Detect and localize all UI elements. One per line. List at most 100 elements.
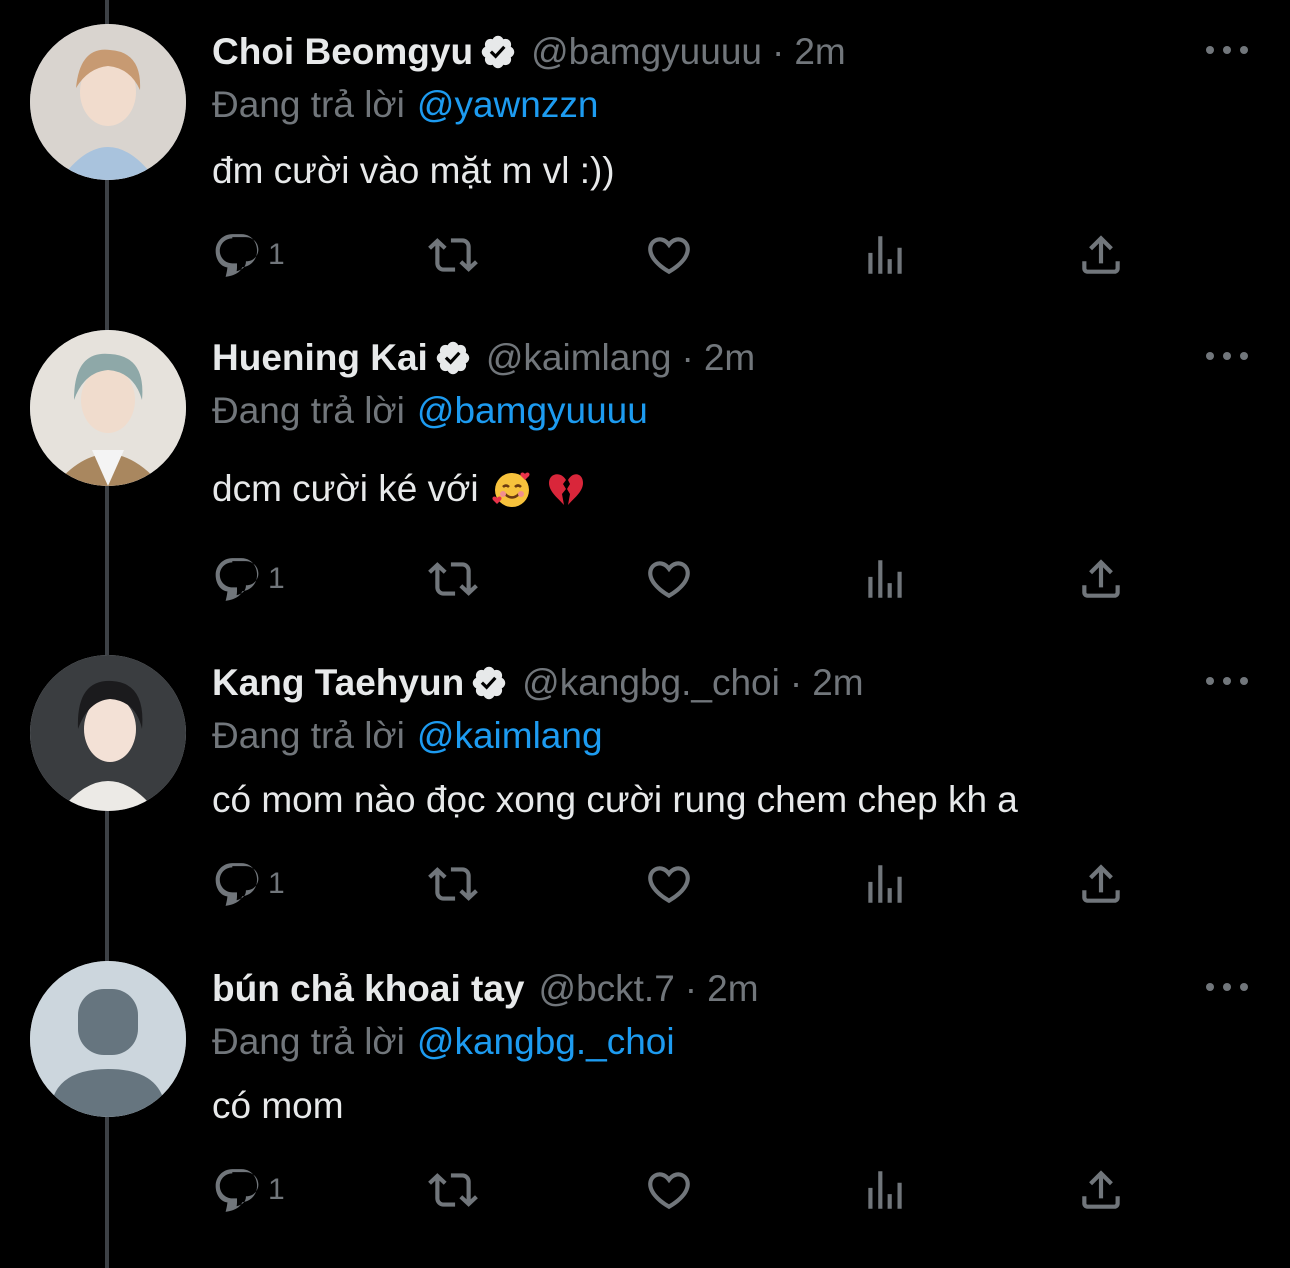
reply-label: Đang trả lời: [212, 390, 405, 431]
reply-context: Đang trả lời @bamgyuuuu: [212, 386, 648, 436]
tweet-text: đm cười vào mặt m vl :)): [212, 146, 615, 196]
stats-button[interactable]: [860, 859, 910, 909]
display-name[interactable]: Kang Taehyun: [212, 657, 464, 709]
share-button[interactable]: [1076, 1165, 1126, 1215]
tweet-text: có mom: [212, 1081, 344, 1131]
tweet-text-content: dcm cười ké với: [212, 468, 479, 509]
retweet-icon: [428, 867, 478, 901]
reply-target-link[interactable]: @kangbg._choi: [417, 1021, 675, 1062]
retweet-button[interactable]: [428, 859, 478, 909]
like-icon: [648, 237, 690, 275]
retweet-button[interactable]: [428, 554, 478, 604]
stats-icon: [868, 865, 902, 903]
timestamp[interactable]: 2m: [794, 26, 845, 78]
retweet-icon: [428, 238, 478, 272]
separator-dot: ·: [681, 337, 694, 378]
display-name[interactable]: Huening Kai: [212, 332, 428, 384]
tweet-text: dcm cười ké với: [212, 464, 587, 514]
like-button[interactable]: [644, 230, 694, 280]
reply-target-link[interactable]: @yawnzzn: [417, 84, 599, 125]
reply-label: Đang trả lời: [212, 1021, 405, 1062]
avatar[interactable]: [30, 655, 186, 811]
reply-count: 1: [268, 238, 285, 271]
reply-label: Đang trả lời: [212, 715, 405, 756]
reply-icon: [215, 863, 259, 906]
share-button[interactable]: [1076, 859, 1126, 909]
share-icon: [1082, 1170, 1120, 1209]
like-icon: [648, 866, 690, 904]
stats-button[interactable]: [860, 1165, 910, 1215]
reply-icon: [215, 1169, 259, 1212]
stats-button[interactable]: [860, 230, 910, 280]
stats-icon: [868, 560, 902, 598]
tweet[interactable]: bún chả khoai tay @bckt.7 · 2m Đang trả …: [0, 937, 1290, 1237]
display-name[interactable]: Choi Beomgyu: [212, 26, 473, 78]
handle[interactable]: @kaimlang: [486, 332, 672, 384]
like-button[interactable]: [644, 554, 694, 604]
reply-button[interactable]: 1: [212, 554, 285, 604]
reply-icon: [215, 558, 259, 601]
retweet-icon: [428, 1173, 478, 1207]
like-button[interactable]: [644, 1165, 694, 1215]
display-name[interactable]: bún chả khoai tay: [212, 963, 525, 1015]
reply-label: Đang trả lời: [212, 84, 405, 125]
reply-context: Đang trả lời @kaimlang: [212, 711, 603, 761]
reply-context: Đang trả lời @kangbg._choi: [212, 1017, 675, 1067]
reply-button[interactable]: 1: [212, 230, 285, 280]
reply-button[interactable]: 1: [212, 1165, 285, 1215]
tweet[interactable]: Huening Kai @kaimlang · 2m Đang trả lời @…: [0, 306, 1290, 606]
action-bar: 1: [212, 230, 1152, 280]
like-icon: [648, 1172, 690, 1210]
like-button[interactable]: [644, 859, 694, 909]
action-bar: 1: [212, 859, 1152, 909]
separator-dot: ·: [789, 662, 803, 703]
retweet-button[interactable]: [428, 230, 478, 280]
handle[interactable]: @bckt.7: [539, 963, 675, 1015]
tweet-text-content: có mom nào đọc xong cười rung chem chep …: [212, 779, 1018, 820]
reply-target-link[interactable]: @kaimlang: [417, 715, 603, 756]
reply-target-link[interactable]: @bamgyuuuu: [417, 390, 648, 431]
avatar[interactable]: [30, 24, 186, 180]
share-icon: [1082, 235, 1120, 274]
tweet-text: có mom nào đọc xong cười rung chem chep …: [212, 775, 1018, 825]
tweet[interactable]: Choi Beomgyu @bamgyuuuu · 2m Đang trả lờ…: [0, 0, 1290, 300]
separator-dot: ·: [772, 31, 785, 72]
stats-icon: [868, 236, 902, 274]
avatar[interactable]: [30, 961, 186, 1117]
verified-badge-icon: [481, 35, 515, 69]
tweet[interactable]: Kang Taehyun @kangbg._choi · 2m Đang trả…: [0, 631, 1290, 931]
reply-button[interactable]: 1: [212, 859, 285, 909]
share-icon: [1082, 559, 1120, 598]
reply-context: Đang trả lời @yawnzzn: [212, 80, 598, 130]
action-bar: 1: [212, 1165, 1152, 1215]
timestamp[interactable]: 2m: [707, 963, 758, 1015]
more-icon[interactable]: [1206, 36, 1248, 64]
avatar[interactable]: [30, 330, 186, 486]
stats-icon: [868, 1171, 902, 1209]
retweet-icon: [428, 562, 478, 596]
share-button[interactable]: [1076, 554, 1126, 604]
more-icon[interactable]: [1206, 342, 1248, 370]
tweet-text-content: có mom: [212, 1085, 344, 1126]
broken-heart-emoji: [548, 474, 583, 505]
verified-badge-icon: [436, 341, 470, 375]
verified-badge-icon: [472, 666, 506, 700]
like-icon: [648, 561, 690, 599]
retweet-button[interactable]: [428, 1165, 478, 1215]
handle[interactable]: @bamgyuuuu: [531, 26, 762, 78]
smiling-face-with-hearts-emoji: [492, 472, 530, 507]
reply-count: 1: [268, 1173, 285, 1206]
reply-count: 1: [268, 867, 285, 900]
share-icon: [1082, 864, 1120, 903]
share-button[interactable]: [1076, 230, 1126, 280]
more-icon[interactable]: [1206, 973, 1248, 1001]
tweet-text-content: đm cười vào mặt m vl :)): [212, 150, 615, 191]
timestamp[interactable]: 2m: [704, 332, 755, 384]
timestamp[interactable]: 2m: [812, 657, 863, 709]
action-bar: 1: [212, 554, 1152, 604]
stats-button[interactable]: [860, 554, 910, 604]
handle[interactable]: @kangbg._choi: [522, 657, 780, 709]
reply-count: 1: [268, 562, 285, 595]
more-icon[interactable]: [1206, 667, 1248, 695]
reply-icon: [215, 234, 259, 277]
